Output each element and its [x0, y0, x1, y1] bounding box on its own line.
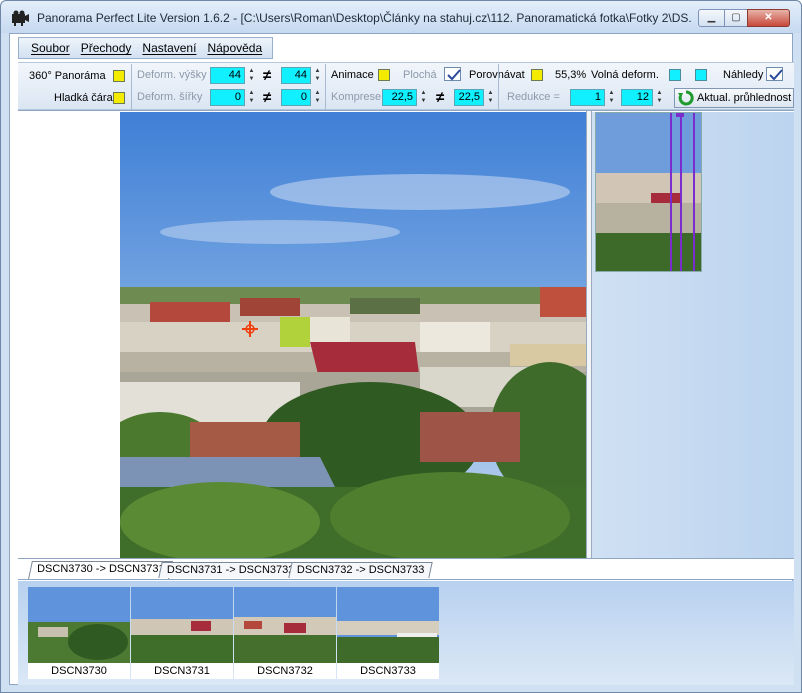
- compression-b-input[interactable]: 22,5: [454, 89, 484, 106]
- thumbnail-label: DSCN3732: [257, 665, 313, 677]
- menu-soubor[interactable]: Soubor: [31, 41, 70, 55]
- toolbar-separator: [131, 64, 132, 110]
- compression-b-spinner[interactable]: ▲ ▼: [486, 89, 495, 106]
- tab-transition-1[interactable]: DSCN3730 -> DSCN3731: [28, 561, 174, 579]
- deform-width-b-input[interactable]: 0: [281, 89, 311, 106]
- deform-width-a-spinner[interactable]: ▲ ▼: [247, 89, 256, 106]
- deform-height-a-spinner[interactable]: ▲ ▼: [247, 67, 256, 84]
- smooth-line-label: Hladká čára: [54, 92, 113, 104]
- deform-width-label: Deform. šířky: [137, 91, 203, 103]
- compression-a-spinner[interactable]: ▲ ▼: [419, 89, 428, 106]
- thumbnail-label: DSCN3731: [154, 665, 210, 677]
- transition-tabs: DSCN3730 -> DSCN3731 DSCN3731 -> DSCN373…: [18, 558, 794, 580]
- free-deform-toggle-b[interactable]: [695, 69, 707, 81]
- update-transparency-button[interactable]: Aktual. průhlednost: [674, 88, 794, 108]
- preview-image[interactable]: [595, 112, 702, 272]
- panorama-360-toggle[interactable]: [113, 70, 125, 82]
- panorama-photo[interactable]: [120, 112, 586, 558]
- checkmark-icon: [769, 69, 783, 81]
- update-transparency-label: Aktual. průhlednost: [697, 92, 792, 104]
- previews-label: Náhledy: [723, 69, 764, 81]
- toolbar-separator: [325, 64, 326, 110]
- tab-transition-3[interactable]: DSCN3732 -> DSCN3733: [288, 562, 434, 578]
- panorama-image: [120, 112, 586, 558]
- deform-height-b-spinner[interactable]: ▲ ▼: [313, 67, 322, 84]
- workspace[interactable]: [18, 110, 794, 559]
- reduction-a-input[interactable]: 1: [570, 89, 605, 106]
- flat-label: Plochá: [403, 69, 437, 81]
- reduction-a-spinner[interactable]: ▲ ▼: [607, 89, 616, 106]
- compare-label: Porovnávat: [469, 69, 525, 81]
- thumbnail-image: [131, 587, 233, 663]
- maximize-button[interactable]: ▢: [724, 9, 748, 27]
- deform-height-label: Deform. výšky: [137, 69, 207, 81]
- animation-toggle[interactable]: [378, 69, 390, 81]
- window-title: Panorama Perfect Lite Version 1.6.2 - [C…: [37, 11, 692, 25]
- reduction-label: Redukce =: [507, 91, 560, 103]
- thumbnail-strip: DSCN3730 DSCN3731 DSCN3732 DSCN3733: [18, 581, 794, 685]
- previews-checkbox[interactable]: [766, 67, 783, 81]
- menu-napoveda[interactable]: Nápověda: [207, 41, 262, 55]
- reduction-b-spinner[interactable]: ▲ ▼: [655, 89, 664, 106]
- thumbnail-image: [28, 587, 130, 663]
- title-bar[interactable]: Panorama Perfect Lite Version 1.6.2 - [C…: [1, 1, 801, 33]
- thumbnail-label: DSCN3730: [51, 665, 107, 677]
- percent-value: 55,3%: [555, 69, 587, 81]
- compare-toggle[interactable]: [531, 69, 543, 81]
- toolbar: 360° Panoráma Deform. výšky 44 ▲ ▼ ≠ 44 ▲…: [18, 62, 794, 110]
- not-equal-icon[interactable]: ≠: [436, 90, 444, 106]
- minimize-button[interactable]: ▁: [698, 9, 725, 27]
- checkmark-icon: [447, 69, 461, 81]
- refresh-icon: [678, 90, 694, 106]
- thumbnail-item[interactable]: DSCN3732: [234, 587, 336, 679]
- thumbnail-image: [234, 587, 336, 663]
- free-deform-label: Volná deform.: [591, 69, 659, 81]
- not-equal-icon[interactable]: ≠: [263, 68, 271, 84]
- menu-nastaveni[interactable]: Nastavení: [142, 41, 196, 55]
- app-window: Panorama Perfect Lite Version 1.6.2 - [C…: [0, 0, 802, 693]
- thumbnail-label: DSCN3733: [360, 665, 416, 677]
- menu-bar: Soubor Přechody Nastavení Nápověda: [18, 37, 273, 59]
- deform-width-b-spinner[interactable]: ▲ ▼: [313, 89, 322, 106]
- tab-transition-2[interactable]: DSCN3731 -> DSCN3732: [158, 562, 304, 578]
- menu-prechody[interactable]: Přechody: [81, 41, 132, 55]
- close-button[interactable]: ✕: [747, 9, 790, 27]
- panorama-360-label: 360° Panoráma: [29, 70, 106, 82]
- compression-label: Komprese: [331, 91, 382, 103]
- toolbar-separator: [498, 64, 499, 110]
- thumbnail-item[interactable]: DSCN3730: [28, 587, 130, 679]
- thumbnail-item[interactable]: DSCN3733: [337, 587, 439, 679]
- deform-height-b-input[interactable]: 44: [281, 67, 311, 84]
- compression-a-input[interactable]: 22,5: [382, 89, 417, 106]
- reduction-b-input[interactable]: 12: [621, 89, 653, 106]
- deform-height-a-input[interactable]: 44: [210, 67, 245, 84]
- animation-label: Animace: [331, 69, 374, 81]
- smooth-line-toggle[interactable]: [113, 92, 125, 104]
- preview-panel: [592, 112, 794, 559]
- deform-width-a-input[interactable]: 0: [210, 89, 245, 106]
- thumbnail-item[interactable]: DSCN3731: [131, 587, 233, 679]
- not-equal-icon[interactable]: ≠: [263, 90, 271, 106]
- free-deform-toggle-a[interactable]: [669, 69, 681, 81]
- flat-checkbox[interactable]: [444, 67, 461, 81]
- client-area: Soubor Přechody Nastavení Nápověda 360° …: [9, 33, 794, 685]
- thumbnail-image: [337, 587, 439, 663]
- app-camera-icon: [12, 10, 29, 26]
